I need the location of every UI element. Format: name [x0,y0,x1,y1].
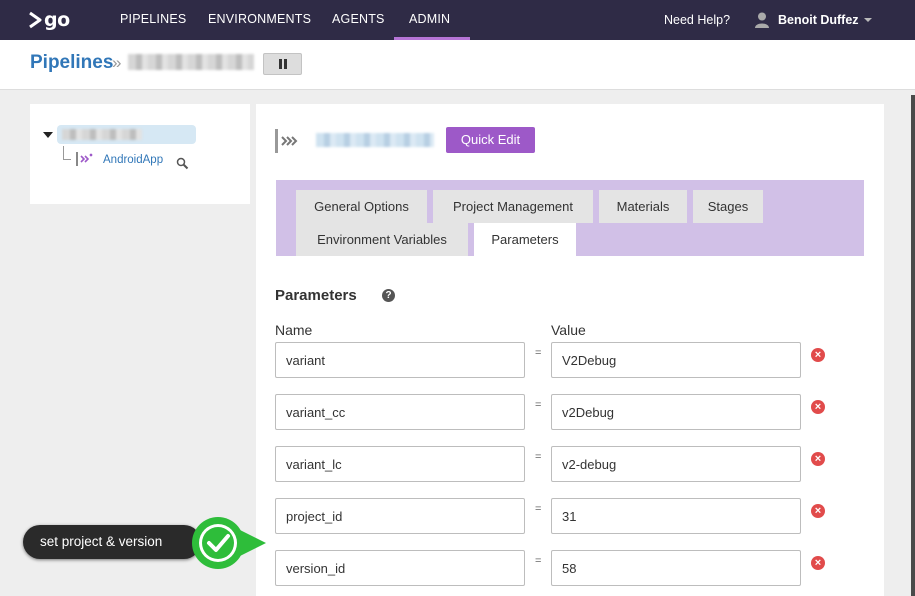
nav-admin-label: ADMIN [409,12,451,26]
param-value-input[interactable] [551,342,801,378]
logo-arrow-icon [29,11,42,29]
page-header: Pipelines » [0,40,915,90]
pipeline-icon [76,152,93,166]
param-name-input[interactable] [275,446,525,482]
pause-icon [278,59,282,69]
param-name-input[interactable] [275,394,525,430]
equals-sign: = [535,503,542,515]
tab-project-management[interactable]: Project Management [433,190,593,223]
delete-icon[interactable]: × [811,452,825,466]
delete-icon[interactable]: × [811,400,825,414]
param-name-input[interactable] [275,342,525,378]
user-menu[interactable]: Benoit Duffez [755,0,872,40]
param-value-input[interactable] [551,446,801,482]
param-name-input[interactable] [275,550,525,586]
user-icon [755,12,769,28]
tab-general-options[interactable]: General Options [296,190,427,223]
column-header-value: Value [551,322,586,338]
param-value-input[interactable] [551,394,801,430]
tab-stages[interactable]: Stages [693,190,763,223]
tree-item-pipeline[interactable]: AndroidApp [103,154,163,166]
equals-sign: = [535,451,542,463]
need-help-link[interactable]: Need Help? [664,0,730,40]
nav-agents[interactable]: AGENTS [332,0,385,40]
equals-sign: = [535,347,542,359]
annotation-callout: set project & version [23,525,201,559]
nav-pipelines[interactable]: PIPELINES [120,0,186,40]
checkmark-badge-icon [192,517,266,569]
search-icon[interactable] [176,157,189,170]
top-nav: go PIPELINES ENVIRONMENTS AGENTS ADMIN N… [0,0,915,60]
delete-icon[interactable]: × [811,556,825,570]
user-name: Benoit Duffez [778,13,859,27]
delete-icon[interactable]: × [811,348,825,362]
breadcrumb-pipeline-name-redacted [128,54,254,70]
tab-parameters[interactable]: Parameters [474,223,576,256]
param-value-input[interactable] [551,498,801,534]
settings-tabs: General Options Project Management Mater… [276,180,864,256]
column-header-name: Name [275,322,313,338]
nav-environments[interactable]: ENVIRONMENTS [208,0,311,40]
tab-environment-variables[interactable]: Environment Variables [296,223,468,256]
param-value-input[interactable] [551,550,801,586]
chevron-down-icon [863,18,872,22]
section-title: Parameters [275,287,357,304]
pipeline-tree: AndroidApp [30,104,250,204]
pipeline-group-redacted[interactable] [57,125,196,144]
pause-button[interactable] [263,53,302,75]
caret-down-icon[interactable] [43,132,53,138]
pipeline-icon [275,129,298,153]
equals-sign: = [535,399,542,411]
pipeline-settings-panel: Quick Edit General Options Project Manag… [256,104,884,596]
pipeline-name-redacted [316,133,434,147]
breadcrumb-separator: » [112,53,122,72]
breadcrumb-pipelines[interactable]: Pipelines [30,52,113,74]
nav-admin[interactable]: ADMIN [394,0,470,60]
tree-connector [63,146,71,160]
tab-materials[interactable]: Materials [599,190,687,223]
go-logo[interactable]: go [28,9,70,31]
logo-text: go [44,9,70,31]
param-name-input[interactable] [275,498,525,534]
equals-sign: = [535,555,542,567]
help-icon[interactable]: ? [382,289,395,302]
quick-edit-button[interactable]: Quick Edit [446,127,535,153]
delete-icon[interactable]: × [811,504,825,518]
scrollbar[interactable] [911,95,915,596]
